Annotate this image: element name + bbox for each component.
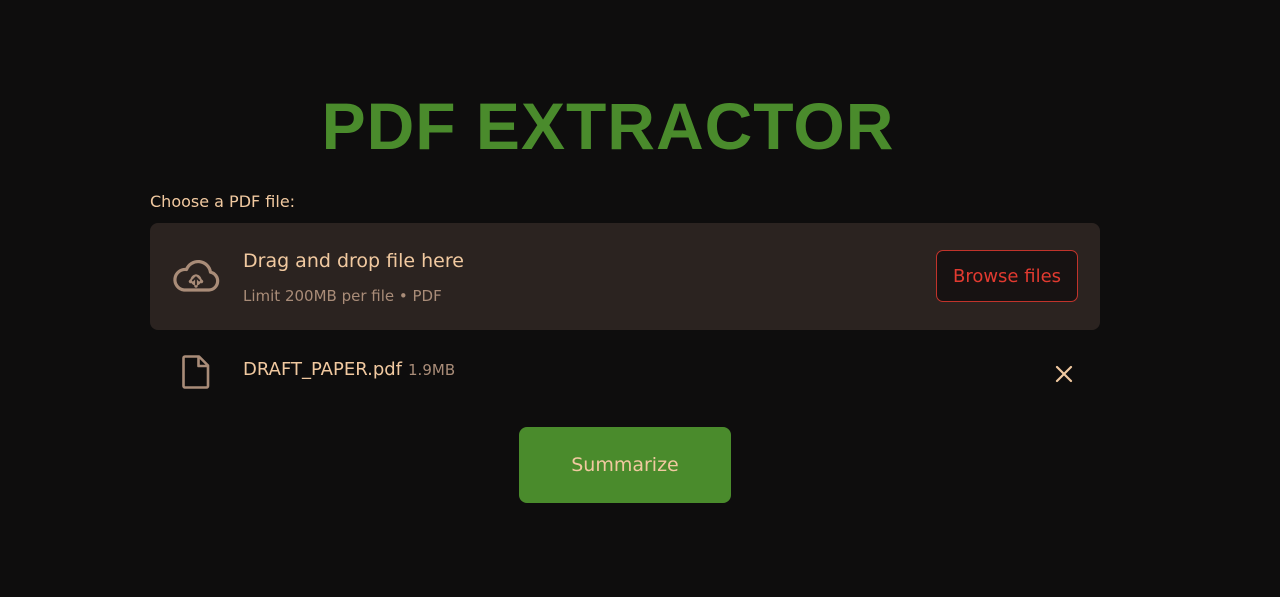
page: PDF EXTRACTOR Choose a PDF file: Drag an… <box>0 0 1280 597</box>
file-name: DRAFT_PAPER.pdf <box>243 359 403 380</box>
close-icon <box>1055 365 1073 383</box>
file-name-line: DRAFT_PAPER.pdf 1.9MB <box>243 358 455 382</box>
remove-file-button[interactable] <box>1050 360 1078 388</box>
dropzone-title: Drag and drop file here <box>243 250 464 272</box>
file-size: 1.9MB <box>408 361 456 379</box>
page-title: PDF EXTRACTOR <box>321 89 895 163</box>
summarize-button[interactable]: Summarize <box>519 427 731 503</box>
dropzone-subtitle: Limit 200MB per file • PDF <box>243 287 442 305</box>
file-dropzone[interactable]: Drag and drop file here Limit 200MB per … <box>150 223 1100 330</box>
cloud-upload-icon <box>173 260 220 292</box>
uploader-label: Choose a PDF file: <box>150 192 296 211</box>
browse-files-button[interactable]: Browse files <box>936 250 1078 302</box>
file-icon <box>182 355 210 389</box>
uploaded-file-row: DRAFT_PAPER.pdf 1.9MB <box>150 350 1100 394</box>
